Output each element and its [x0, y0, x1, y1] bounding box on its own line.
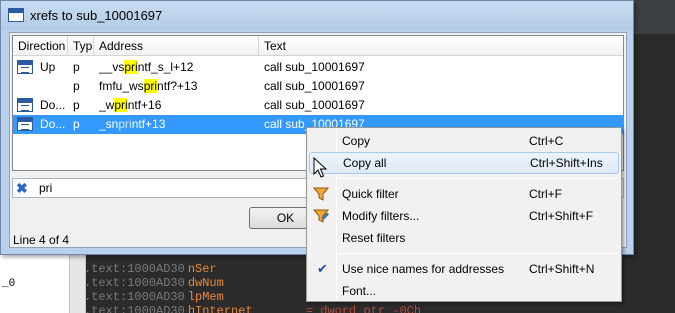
dialog-titlebar[interactable]: xrefs to sub_10001697: [1, 1, 633, 31]
address-cell: _wprintf+16: [99, 98, 162, 112]
table-header: Direction Typ Address Text: [13, 36, 623, 56]
background-left-pane: _0: [0, 255, 70, 313]
dialog-title: xrefs to sub_10001697: [30, 8, 163, 23]
menu-item-nice-names[interactable]: ✔ Use nice names for addresses Ctrl+Shif…: [309, 258, 619, 280]
menu-item-modify-filters[interactable]: Modify filters... Ctrl+Shift+F: [309, 205, 619, 227]
column-header-text[interactable]: Text: [259, 36, 623, 56]
address-cell: fmfu_wsprintf?+13: [99, 79, 198, 93]
filter-edit-icon: [313, 209, 329, 223]
menu-separator: [338, 178, 618, 179]
table-row[interactable]: Do... p _wprintf+16 call sub_10001697: [13, 96, 623, 115]
xref-icon: [17, 98, 33, 112]
menu-item-font[interactable]: Font...: [309, 280, 619, 302]
menu-item-reset-filters[interactable]: Reset filters: [309, 227, 619, 249]
code-line: .text:1000AD30 lpMem: [84, 290, 224, 304]
close-filter-icon[interactable]: ✖: [16, 181, 28, 195]
context-menu: Copy Ctrl+C Copy all Ctrl+Shift+Ins Quic…: [306, 127, 622, 302]
type-cell: p: [73, 60, 80, 74]
address-cell: __vsprintf_s_l+12: [99, 60, 194, 74]
direction-cell: Up: [40, 60, 56, 74]
address-cell: _snprintf+13: [99, 117, 166, 131]
direction-cell: Do...: [40, 98, 66, 112]
type-cell: p: [73, 117, 80, 131]
code-line: .text:1000AD30 dwNum: [84, 276, 224, 290]
table-row[interactable]: Up p __vsprintf_s_l+12 call sub_10001697: [13, 58, 623, 77]
direction-cell: Do...: [40, 117, 66, 131]
left-pane-text: _0: [2, 278, 16, 290]
menu-separator: [338, 253, 618, 254]
xref-icon: [17, 117, 33, 131]
menu-item-copy-all[interactable]: Copy all Ctrl+Shift+Ins: [309, 152, 619, 174]
column-header-type[interactable]: Typ: [68, 36, 94, 56]
xrefs-window-icon: [8, 8, 24, 22]
column-header-address[interactable]: Address: [94, 36, 259, 56]
xref-icon: [17, 60, 33, 74]
text-cell: call sub_10001697: [264, 60, 365, 74]
type-cell: p: [73, 79, 80, 93]
menu-item-copy[interactable]: Copy Ctrl+C: [309, 130, 619, 152]
code-line: .text:1000AD30 hInternet = dword ptr -0Ch: [84, 304, 422, 313]
menu-item-quick-filter[interactable]: Quick filter Ctrl+F: [309, 183, 619, 205]
text-cell: call sub_10001697: [264, 79, 365, 93]
column-header-direction[interactable]: Direction: [13, 36, 68, 56]
text-cell: call sub_10001697: [264, 98, 365, 112]
code-line: .text:1000AD30 nSer: [84, 262, 217, 276]
checkmark-icon: ✔: [317, 261, 328, 276]
type-cell: p: [73, 98, 80, 112]
table-row[interactable]: p fmfu_wsprintf?+13 call sub_10001697: [13, 77, 623, 96]
mouse-cursor-icon: [313, 157, 327, 178]
filter-icon: [313, 187, 329, 201]
